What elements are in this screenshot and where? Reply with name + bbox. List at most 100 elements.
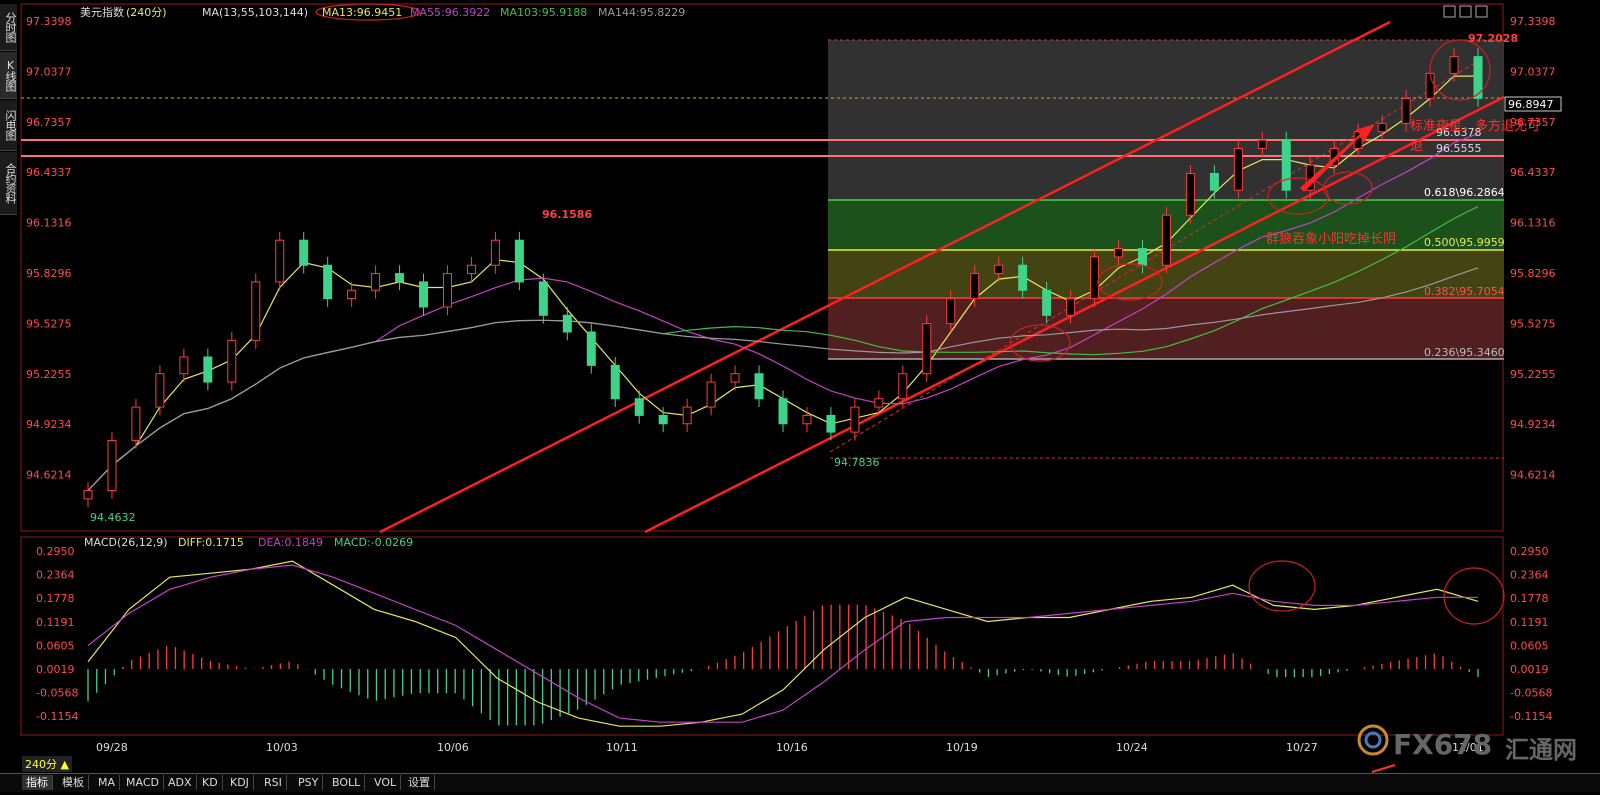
candle-body — [922, 323, 932, 375]
price-tick-right: 95.5275 — [1510, 317, 1556, 330]
candle-body — [538, 281, 548, 316]
toolbar-item-6[interactable]: KDJ — [226, 775, 254, 790]
low-mid-label: 94.7836 — [834, 456, 880, 469]
fib-500-label: 0.500\95.9959 — [1424, 236, 1505, 249]
candle-body — [1042, 289, 1052, 316]
price-tick-right: 96.1316 — [1510, 217, 1556, 230]
date-tick: 10/03 — [266, 741, 298, 754]
sidebar-tab-kline[interactable]: K线图 — [0, 52, 17, 99]
candle-body — [1233, 147, 1243, 191]
indicator-toolbar: 指标 模板 MA MACD ADX KD KDJ RSI PSY BOLL VOL 设置 — [0, 773, 1600, 792]
macd-diff-line — [87, 560, 1479, 727]
candle-body — [1018, 264, 1028, 291]
macd-tick-right: 0.0019 — [1510, 663, 1549, 676]
macd-dea-line — [87, 564, 1478, 723]
candle-body — [1257, 139, 1267, 149]
date-tick: 10/24 — [1116, 741, 1148, 754]
candle-body — [754, 373, 764, 400]
toolbar-item-7[interactable]: RSI — [260, 775, 287, 790]
window-close-icon[interactable] — [1475, 5, 1488, 18]
candle-body — [1425, 72, 1435, 99]
price-tick-left: 95.5275 — [26, 317, 72, 330]
macd-tick-right: 0.1778 — [1510, 592, 1549, 605]
macd-tick-right: -0.0568 — [1510, 687, 1552, 700]
candle-body — [251, 281, 261, 341]
macd-tick-left: -0.0568 — [36, 687, 78, 700]
macd-tick-right: 0.2364 — [1510, 569, 1549, 582]
toolbar-item-8[interactable]: PSY — [294, 775, 324, 790]
date-tick: 09/28 — [96, 741, 128, 754]
toolbar-item-10[interactable]: VOL — [370, 775, 402, 790]
macd-tick-left: 0.1191 — [36, 616, 75, 629]
symbol-title: 美元指数 (240分) — [80, 5, 167, 19]
candle-body — [898, 373, 908, 400]
window-restore-icon[interactable] — [1443, 5, 1456, 18]
candle-body — [1114, 248, 1124, 258]
toolbar-item-2[interactable]: MA — [94, 775, 121, 790]
macd-tick-left: 0.2950 — [36, 545, 75, 558]
candle-body — [778, 398, 788, 425]
candle-body — [826, 414, 836, 433]
sidebar-tab-timeshare[interactable]: 分时图 — [0, 4, 17, 51]
date-tick: 10/27 — [1286, 741, 1318, 754]
candle-body — [1185, 172, 1195, 216]
chart-canvas[interactable]: 97.3398 97.0377 96.7357 96.4337 96.1316 95.82… — [0, 0, 1600, 791]
toolbar-item-3[interactable]: MACD — [122, 775, 164, 790]
price-tick-right: 94.6214 — [1510, 469, 1556, 482]
price-tick-left: 96.4337 — [26, 166, 72, 179]
price-tick-left: 96.7357 — [26, 116, 72, 129]
symbol-name: 美元指数 — [80, 5, 124, 19]
date-tick: 10/06 — [437, 741, 469, 754]
period-value: 240分 — [130, 6, 162, 19]
date-axis: 09/28 10/03 10/06 10/11 10/16 10/19 10/24 10/27… — [96, 741, 1484, 754]
macd-label: MACD(26,12,9) — [84, 536, 168, 549]
candle-body — [1161, 214, 1171, 266]
candle-body — [395, 273, 405, 283]
toolbar-item-0[interactable]: 指标 — [22, 775, 53, 790]
macd-axis-right: 0.2950 0.2364 0.1778 0.1191 0.0605 0.0019 -0.0… — [1510, 545, 1552, 723]
candle-body — [1449, 56, 1459, 74]
ma144-value: MA144:95.8229 — [598, 6, 685, 19]
price-tick-left: 95.8296 — [26, 267, 72, 280]
level-b-label: 96.5555 — [1436, 142, 1482, 155]
macd-tick-left: 0.1778 — [36, 592, 75, 605]
date-tick: 10/11 — [606, 741, 638, 754]
circle-annotation — [1248, 560, 1316, 612]
candle-body — [347, 289, 357, 300]
macd-tick-left: -0.1154 — [36, 710, 78, 723]
toolbar-item-11[interactable]: 设置 — [404, 775, 435, 790]
toolbar-item-9[interactable]: BOLL — [328, 775, 366, 790]
candle-body — [562, 314, 572, 333]
high-left-label: 96.1586 — [542, 208, 592, 221]
period-selector[interactable]: 240分 ▲ — [22, 756, 72, 772]
candle-body — [610, 364, 620, 400]
price-tick-left: 95.2255 — [26, 368, 72, 381]
macd-tick-right: 0.0605 — [1510, 639, 1549, 652]
candle-body — [850, 406, 860, 433]
toolbar-item-5[interactable]: KD — [198, 775, 223, 790]
candle-body — [227, 339, 237, 383]
sidebar-tab-flash[interactable]: 闪电图 — [0, 100, 17, 151]
sidebar-tab-contract[interactable]: 合约资料 — [0, 152, 17, 215]
price-axis-right: 97.339897.037796.735796.433796.131695.82… — [1510, 15, 1556, 482]
candle-body — [371, 273, 381, 291]
candle-body — [179, 356, 189, 375]
price-tick-left: 97.0377 — [26, 65, 72, 78]
arrow-stroke — [1371, 764, 1396, 773]
candle-body — [442, 273, 452, 308]
candle-body — [1209, 172, 1219, 191]
low-left-label: 94.4632 — [90, 511, 136, 524]
window-max-icon[interactable] — [1459, 5, 1472, 18]
ma-label: MA(13,55,103,144) — [202, 6, 308, 19]
macd-plot-frame — [20, 536, 1504, 736]
high-right-label: 97.2028 — [1468, 32, 1518, 45]
macd-histogram — [87, 604, 1479, 726]
toolbar-item-1[interactable]: 模板 — [58, 775, 89, 790]
price-tick-right: 94.9234 — [1510, 418, 1556, 431]
macd-tick-left: 0.2364 — [36, 569, 75, 582]
note-evening-star: 标准夜星，多方退无可 — [1410, 118, 1540, 134]
price-tick-right: 95.8296 — [1510, 267, 1556, 280]
watermark-text: FX678 — [1393, 728, 1493, 761]
price-tick-left: 97.3398 — [26, 15, 72, 28]
toolbar-item-4[interactable]: ADX — [164, 775, 197, 790]
